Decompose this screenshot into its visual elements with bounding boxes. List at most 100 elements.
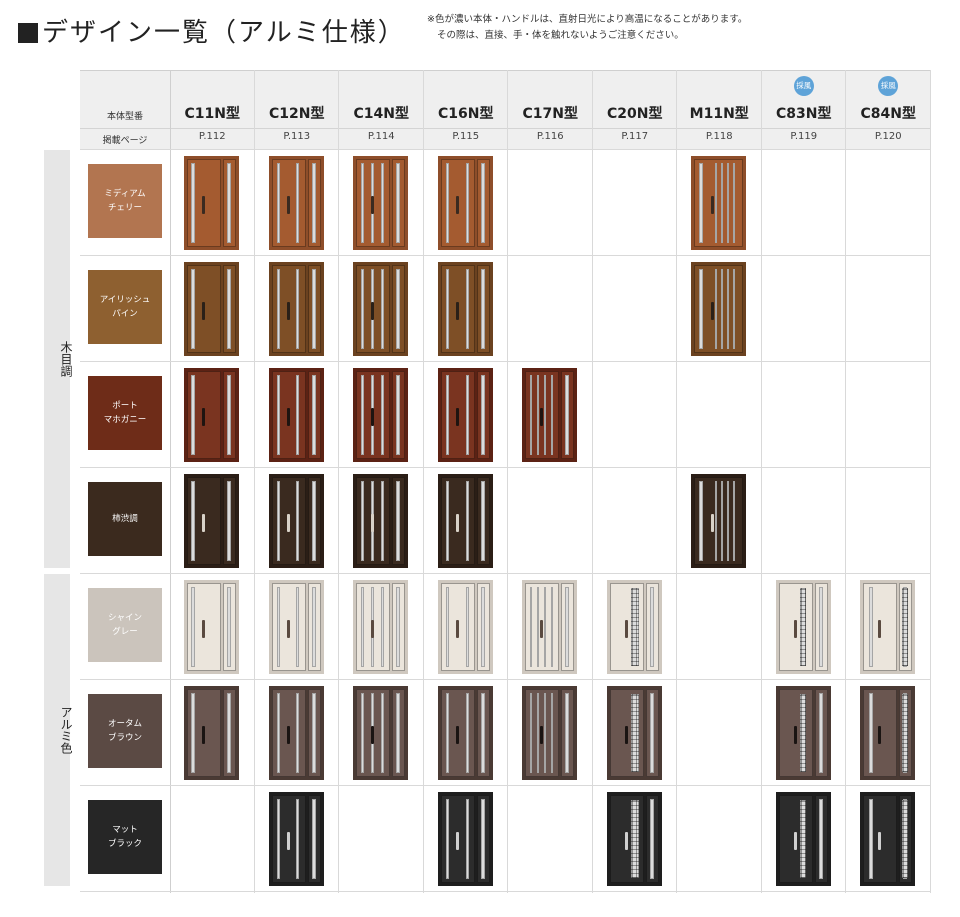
column-header: C12N型 P.113 [255,70,340,150]
color-name: アイリッシュ パイン [99,295,151,319]
glass-slit [295,693,299,773]
glass-slit [537,587,539,667]
glass-slit [295,587,299,667]
glass-slit [191,481,195,561]
page-label: 掲載ページ [102,136,148,146]
glass-slit [530,693,532,773]
color-group-label: アルミ色 [59,706,73,754]
glass-slit [544,693,546,773]
page-reference: P.116 [536,131,564,142]
color-name: 柿渋調 [112,514,138,524]
glass-slit [733,269,735,349]
door-thumbnail [268,474,324,568]
glass-slit [537,693,539,773]
door-handle [793,620,797,638]
door-handle [624,832,628,850]
glass-slit [530,375,532,455]
column-divider [253,70,255,893]
door-thumbnail [353,686,408,780]
glass-slit [733,163,735,243]
glass-slit [565,587,569,667]
door-thumbnail [268,792,324,886]
glass-slit [445,163,449,243]
door-thumbnail [522,580,577,674]
column-header: 採風 C84N型 P.120 [846,70,931,150]
door-thumbnail [775,580,831,674]
glass-slit [396,163,400,243]
row-divider [80,149,931,150]
glass-slit [361,375,364,455]
door-thumbnail [268,156,324,250]
door-handle [540,726,543,744]
ventilation-grille [902,588,908,666]
glass-slit [551,587,553,667]
glass-slit [480,163,485,243]
glass-slit [227,587,231,667]
door-thumbnail [184,368,239,462]
glass-slit [649,693,654,773]
door-handle [286,620,290,638]
glass-slit [727,269,729,349]
model-number: C12N型 [269,106,325,122]
glass-slit [869,693,873,773]
row-divider [80,785,931,786]
glass-slit [445,375,449,455]
ventilation-grille [799,694,806,772]
color-swatch: ミディアム チェリー [88,164,162,238]
glass-slit [465,693,469,773]
color-group-label: 木目調 [59,341,73,377]
glass-slit [396,587,400,667]
glass-slit [295,375,299,455]
glass-slit [445,481,449,561]
door-thumbnail [353,262,408,356]
glass-slit [445,799,449,879]
door-handle [286,408,290,426]
door-thumbnail [268,686,324,780]
glass-slit [361,269,364,349]
glass-slit [445,269,449,349]
page-reference: P.117 [621,131,649,142]
door-handle [624,620,628,638]
door-thumbnail [437,792,493,886]
glass-slit [311,269,316,349]
door-handle [455,196,459,214]
door-thumbnail [184,474,239,568]
glass-slit [818,799,823,879]
model-number: C20N型 [607,106,663,122]
door-handle [711,302,714,320]
glass-slit [227,481,231,561]
door-handle [286,302,290,320]
door-handle [286,196,290,214]
door-thumbnail [353,368,408,462]
door-thumbnail [691,262,746,356]
door-handle [455,832,459,850]
glass-slit [276,481,280,561]
color-name: オータム ブラウン [107,719,142,743]
glass-slit [480,481,485,561]
door-handle [286,832,290,850]
glass-slit [480,375,485,455]
glass-slit [727,481,729,561]
door-thumbnail [522,686,577,780]
glass-slit [381,587,384,667]
column-divider [929,70,931,893]
glass-slit [191,587,195,667]
model-number: C84N型 [860,106,916,122]
door-handle [371,302,374,320]
row-divider [80,891,931,892]
model-label: 本体型番 [106,112,143,122]
color-swatch: マット ブラック [88,800,162,874]
door-handle [371,514,374,532]
column-divider [676,70,677,893]
glass-slit [295,799,299,879]
glass-slit [227,375,231,455]
ventilation-grille [799,588,806,666]
door-thumbnail [184,156,239,250]
row-divider [80,255,931,256]
page-reference: P.120 [874,131,902,142]
glass-slit [445,693,449,773]
glass-slit [361,481,364,561]
glass-slit [818,587,823,667]
glass-slit [381,163,384,243]
door-handle [793,832,797,850]
